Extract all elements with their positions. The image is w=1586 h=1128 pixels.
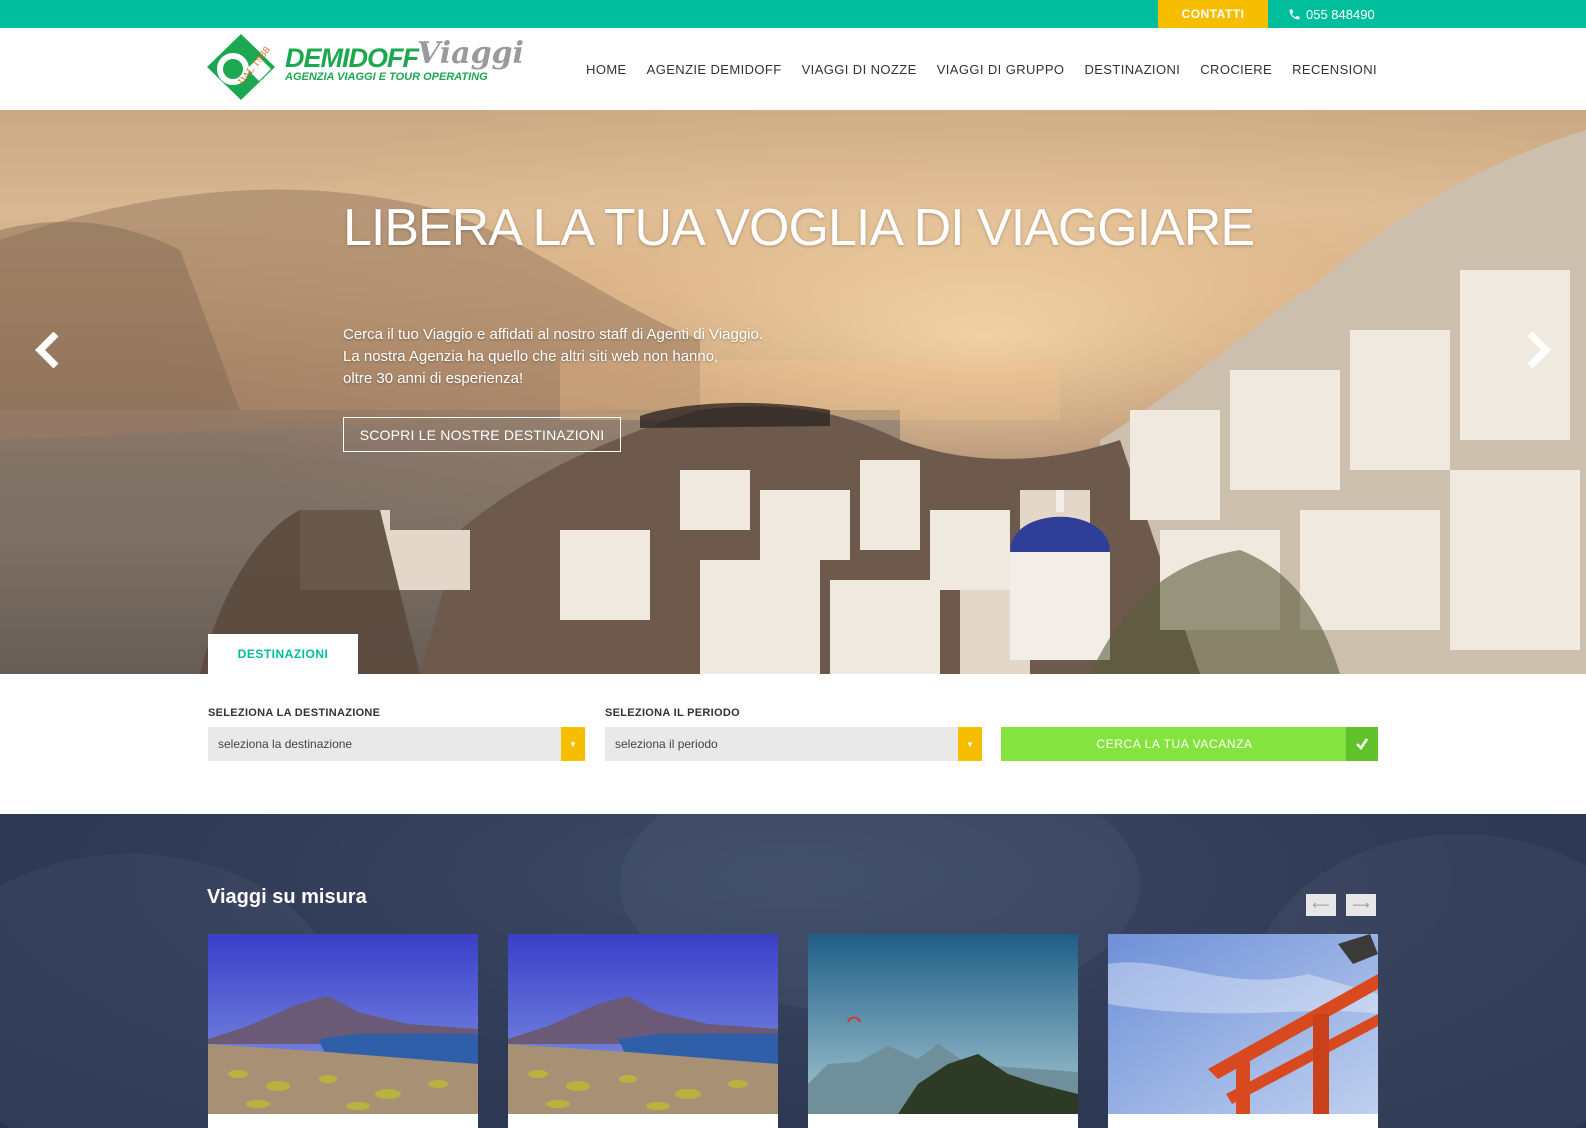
hero-village-image xyxy=(0,130,1586,674)
destination-label: SELEZIONA LA DESTINAZIONE xyxy=(208,707,381,719)
nav-item-viaggi-di-nozze[interactable]: VIAGGI DI NOZZE xyxy=(802,62,917,77)
tour-card-image xyxy=(208,934,478,1114)
hero-description: Cerca il tuo Viaggio e affidati al nostr… xyxy=(343,324,863,390)
contact-button[interactable]: CONTATTI xyxy=(1158,0,1268,28)
phone-number: 055 848490 xyxy=(1306,6,1375,22)
nav-item-crociere[interactable]: CROCIERE xyxy=(1200,62,1272,77)
check-icon xyxy=(1346,727,1378,761)
nav-item-agenzie[interactable]: AGENZIE DEMIDOFF xyxy=(647,62,782,77)
main-nav: HOME AGENZIE DEMIDOFF VIAGGI DI NOZZE VI… xyxy=(566,28,1377,110)
tours-title: Viaggi su misura xyxy=(207,886,367,908)
hero-slider: LIBERA LA TUA VOGLIA DI VIAGGIARE Cerca … xyxy=(0,110,1586,674)
tour-card-image xyxy=(508,934,778,1114)
logo-tagline: AGENZIA VIAGGI E TOUR OPERATING xyxy=(285,71,488,83)
period-select[interactable]: seleziona il periodo ▼ xyxy=(605,727,982,761)
nav-item-home[interactable]: HOME xyxy=(586,62,627,77)
site-header: DAL 1988 DEMIDOFF Viaggi AGENZIA VIAGGI … xyxy=(0,28,1586,110)
search-vacation-label: CERCA LA TUA VACANZA xyxy=(1096,737,1253,751)
logo-viaggi: Viaggi xyxy=(417,36,524,71)
phone-icon xyxy=(1289,9,1300,19)
phone-link[interactable]: 055 848490 xyxy=(1288,0,1375,28)
hero-title: LIBERA LA TUA VOGLIA DI VIAGGIARE xyxy=(343,199,1255,257)
period-select-value: seleziona il periodo xyxy=(615,737,718,751)
tour-card[interactable] xyxy=(1108,934,1378,1128)
top-bar: CONTATTI 055 848490 xyxy=(0,0,1586,28)
hero-line-2: La nostra Agenzia ha quello che altri si… xyxy=(343,348,719,365)
discover-destinations-button[interactable]: SCOPRI LE NOSTRE DESTINAZIONI xyxy=(343,417,621,452)
tour-card[interactable] xyxy=(508,934,778,1128)
search-panel: SELEZIONA LA DESTINAZIONE seleziona la d… xyxy=(0,674,1586,814)
tour-card[interactable] xyxy=(208,934,478,1128)
nav-item-destinazioni[interactable]: DESTINAZIONI xyxy=(1084,62,1180,77)
destination-select[interactable]: seleziona la destinazione ▼ xyxy=(208,727,585,761)
tours-section: Viaggi su misura ⟵ ⟶ xyxy=(0,814,1586,1128)
tour-card[interactable] xyxy=(808,934,1078,1128)
tour-card-image xyxy=(1108,934,1378,1114)
arrow-left-icon[interactable]: ⟵ xyxy=(1306,894,1336,916)
search-vacation-button[interactable]: CERCA LA TUA VACANZA xyxy=(1001,727,1378,761)
chevron-right-icon[interactable] xyxy=(1524,332,1552,368)
hero-line-1: Cerca il tuo Viaggio e affidati al nostr… xyxy=(343,326,763,343)
caret-down-icon: ▼ xyxy=(958,727,982,761)
tab-destinazioni[interactable]: DESTINAZIONI xyxy=(208,634,358,674)
arrow-right-icon[interactable]: ⟶ xyxy=(1346,894,1376,916)
site-logo[interactable]: DAL 1988 DEMIDOFF Viaggi AGENZIA VIAGGI … xyxy=(207,33,524,105)
hero-line-3: oltre 30 anni di esperienza! xyxy=(343,370,524,387)
caret-down-icon: ▼ xyxy=(561,727,585,761)
logo-brand: DEMIDOFF xyxy=(285,43,419,73)
nav-item-recensioni[interactable]: RECENSIONI xyxy=(1292,62,1377,77)
tour-card-image xyxy=(808,934,1078,1114)
chevron-left-icon[interactable] xyxy=(34,332,62,368)
nav-item-viaggi-di-gruppo[interactable]: VIAGGI DI GRUPPO xyxy=(937,62,1065,77)
destination-select-value: seleziona la destinazione xyxy=(218,737,353,751)
period-label: SELEZIONA IL PERIODO xyxy=(605,707,740,719)
